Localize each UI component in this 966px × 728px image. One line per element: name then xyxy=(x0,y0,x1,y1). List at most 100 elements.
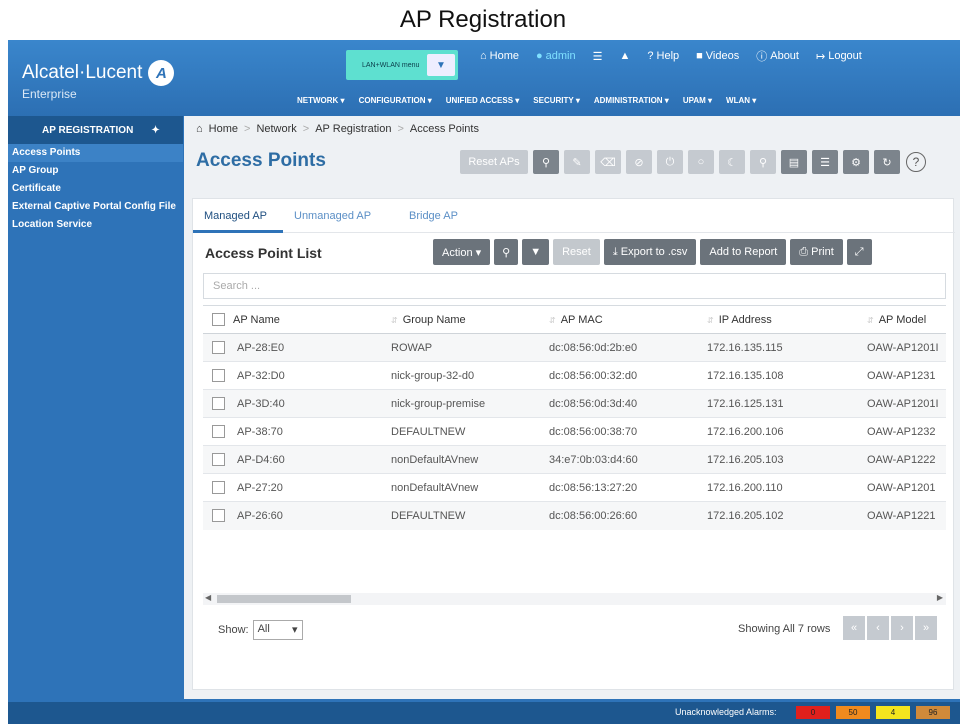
table-row[interactable]: AP-3D:40 nick-group-premise dc:08:56:0d:3d… xyxy=(203,389,946,418)
row-count-summary: Showing All 7 rows xyxy=(738,623,831,635)
table-row[interactable]: AP-38:70 DEFAULTNEW dc:08:56:00:38:70 172.1… xyxy=(203,417,946,446)
page-size-select[interactable]: All ▾ xyxy=(252,620,303,640)
menu-icon[interactable]: ☰ xyxy=(593,48,603,64)
sidebar-item-ap-group[interactable]: AP Group xyxy=(8,162,183,180)
row-checkbox[interactable] xyxy=(212,453,225,466)
refresh-icon[interactable]: ↻ xyxy=(874,150,900,174)
reset-filter-button[interactable]: Reset xyxy=(553,239,600,265)
alarm-critical-badge[interactable]: 0 xyxy=(796,706,830,719)
grid-view-icon[interactable]: ▤ xyxy=(781,150,807,174)
brand-subtitle: Enterprise xyxy=(22,87,77,101)
nav-network[interactable]: NETWORK ▾ xyxy=(297,96,345,105)
tab-unmanaged-ap[interactable]: Unmanaged AP xyxy=(294,210,371,222)
action-dropdown-button[interactable]: Action ▾ xyxy=(433,239,491,265)
table-row[interactable]: AP-26:60 DEFAULTNEW dc:08:56:00:26:60 172.1… xyxy=(203,501,946,530)
top-links: ⌂ Home ● admin ☰ ▲ ? Help ■ Videos ⓘ About ↦ L… xyxy=(480,48,862,64)
delete-icon[interactable]: ⌫ xyxy=(595,150,621,174)
nav-configuration[interactable]: CONFIGURATION ▾ xyxy=(359,96,432,105)
column-header-group-name[interactable]: ⇵ Group Name xyxy=(391,305,549,334)
cell-group-name: nonDefaultAVnew xyxy=(391,473,549,502)
alarm-minor-badge[interactable]: 4 xyxy=(876,706,910,719)
search-input[interactable]: Search ... xyxy=(203,273,946,299)
column-header-ap-model[interactable]: ⇵ AP Model xyxy=(867,305,946,334)
row-checkbox[interactable] xyxy=(212,425,225,438)
pin-icon[interactable]: ✦ xyxy=(151,125,159,136)
location-pin-icon[interactable]: ⚲ xyxy=(750,150,776,174)
breadcrumb-home[interactable]: Home xyxy=(209,123,238,135)
column-header-ip-address[interactable]: ⇵ IP Address xyxy=(707,305,867,334)
user-link[interactable]: ● admin xyxy=(536,48,576,64)
table-row[interactable]: AP-D4:60 nonDefaultAVnew 34:e7:0b:03:d4:60… xyxy=(203,445,946,474)
cell-ap-model: OAW-AP1221 xyxy=(867,501,946,530)
tab-bridge-ap[interactable]: Bridge AP xyxy=(409,210,458,222)
last-page-icon[interactable]: » xyxy=(915,616,937,640)
select-all-checkbox[interactable] xyxy=(212,313,225,326)
breadcrumb-network[interactable]: Network xyxy=(256,123,296,135)
info-icon: ⓘ xyxy=(756,51,768,63)
nav-unified-access[interactable]: UNIFIED ACCESS ▾ xyxy=(446,96,520,105)
sidebar-item-captive-portal[interactable]: External Captive Portal Config File xyxy=(8,198,183,216)
cell-ip-address: 172.16.125.131 xyxy=(707,389,867,418)
scroll-right-icon[interactable]: ▶ xyxy=(937,593,943,602)
scroll-left-icon[interactable]: ◀ xyxy=(205,593,211,602)
logo[interactable]: Alcatel·Lucent A Enterprise xyxy=(22,60,175,101)
sort-icon: ⇵ xyxy=(391,315,398,325)
sidebar-item-location-service[interactable]: Location Service xyxy=(8,216,183,234)
sidebar-item-access-points[interactable]: Access Points xyxy=(8,144,183,162)
videos-link[interactable]: ■ Videos xyxy=(696,48,739,64)
cell-ap-name: AP-3D:40 xyxy=(233,389,391,418)
row-checkbox[interactable] xyxy=(212,481,225,494)
horizontal-scrollbar[interactable]: ◀ ▶ xyxy=(203,593,946,605)
row-checkbox[interactable] xyxy=(212,341,225,354)
add-to-report-button[interactable]: Add to Report xyxy=(700,239,787,265)
home-link[interactable]: ⌂ Home xyxy=(480,48,519,64)
alarm-warning-badge[interactable]: 96 xyxy=(916,706,950,719)
row-checkbox[interactable] xyxy=(212,397,225,410)
column-header-ap-name[interactable]: AP Name xyxy=(233,305,391,334)
list-view-icon[interactable]: ☰ xyxy=(812,150,838,174)
chevron-down-icon[interactable]: ▼ xyxy=(427,54,455,76)
first-page-icon[interactable]: « xyxy=(843,616,865,640)
power-icon[interactable]: ⏻ xyxy=(657,150,683,174)
table-row[interactable]: AP-32:D0 nick-group-32-d0 dc:08:56:00:32:d… xyxy=(203,361,946,390)
search-icon[interactable]: ⚲ xyxy=(494,239,519,265)
next-page-icon[interactable]: › xyxy=(891,616,913,640)
breadcrumb-home-icon[interactable]: ⌂ xyxy=(196,123,203,135)
scrollbar-thumb[interactable] xyxy=(217,595,351,603)
alarm-major-badge[interactable]: 50 xyxy=(836,706,870,719)
nav-administration[interactable]: ADMINISTRATION ▾ xyxy=(594,96,669,105)
tab-managed-ap[interactable]: Managed AP xyxy=(204,210,267,222)
nav-wlan[interactable]: WLAN ▾ xyxy=(726,96,756,105)
unlock-icon[interactable]: ⚲ xyxy=(533,150,559,174)
breadcrumb: ⌂ Home > Network > AP Registration > Acc… xyxy=(196,123,479,135)
reset-aps-button[interactable]: Reset APs xyxy=(460,150,528,174)
alarm-bell-icon[interactable]: ▲ xyxy=(620,48,631,64)
previous-page-icon[interactable]: ‹ xyxy=(867,616,889,640)
menu-type-select[interactable]: LAN+WLAN menu ▼ xyxy=(346,50,458,80)
sidebar-item-certificate[interactable]: Certificate xyxy=(8,180,183,198)
help-link[interactable]: ? Help xyxy=(647,48,679,64)
column-header-ap-mac[interactable]: ⇵ AP MAC xyxy=(549,305,707,334)
table-row[interactable]: AP-28:E0 ROWAP dc:08:56:0d:2b:e0 172.16.135… xyxy=(203,333,946,362)
nav-security[interactable]: SECURITY ▾ xyxy=(533,96,580,105)
sidebar-header: AP REGISTRATION ✦ xyxy=(8,116,183,144)
table-row[interactable]: AP-27:20 nonDefaultAVnew dc:08:56:13:27:20… xyxy=(203,473,946,502)
settings-icon[interactable]: ⚙ xyxy=(843,150,869,174)
filter-icon[interactable]: ▼ xyxy=(522,239,550,265)
about-link[interactable]: ⓘ About xyxy=(756,48,799,64)
moon-icon[interactable]: ☾ xyxy=(719,150,745,174)
help-icon[interactable]: ? xyxy=(906,152,926,172)
print-button[interactable]: ⎙ Print xyxy=(790,239,843,265)
breadcrumb-separator: > xyxy=(397,123,404,135)
nav-upam[interactable]: UPAM ▾ xyxy=(683,96,712,105)
expand-icon[interactable]: ⤢ xyxy=(846,239,872,265)
circle-icon[interactable]: ○ xyxy=(688,150,714,174)
export-csv-button[interactable]: ⤓ Export to .csv xyxy=(603,239,697,265)
row-checkbox[interactable] xyxy=(212,369,225,382)
breadcrumb-ap-registration[interactable]: AP Registration xyxy=(315,123,391,135)
edit-icon[interactable]: ✎ xyxy=(564,150,590,174)
disable-icon[interactable]: ⊘ xyxy=(626,150,652,174)
logout-link[interactable]: ↦ Logout xyxy=(816,48,862,64)
row-checkbox[interactable] xyxy=(212,509,225,523)
cell-ap-name: AP-26:60 xyxy=(233,501,391,530)
